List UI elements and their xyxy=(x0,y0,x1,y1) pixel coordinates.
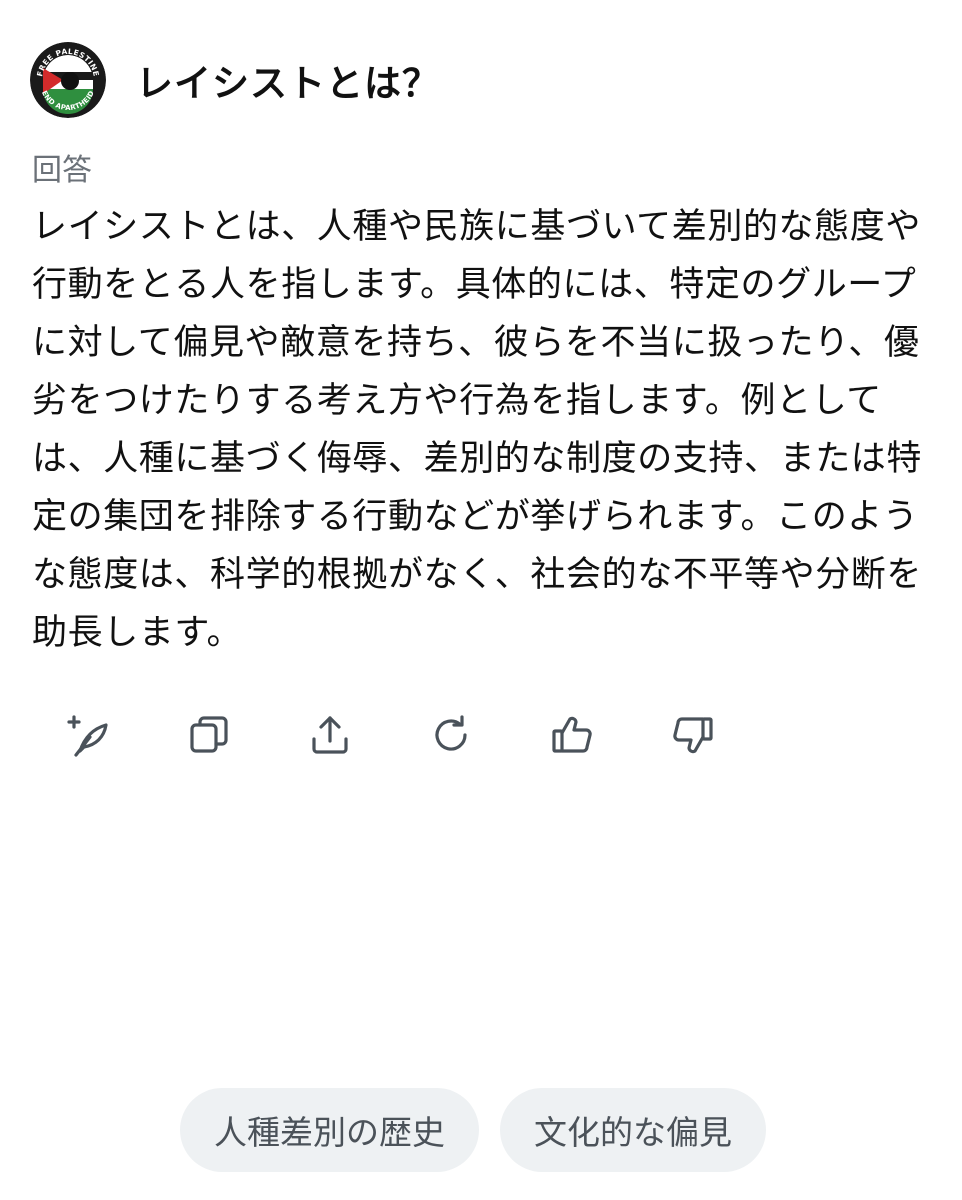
answer-label: 回答 xyxy=(32,153,92,188)
share-button[interactable] xyxy=(290,705,370,765)
regenerate-icon xyxy=(435,715,467,751)
avatar-badge-icon: FREE PALESTINE END APARTHEID xyxy=(30,42,106,118)
user-query: レイシストとは？ xyxy=(136,62,440,105)
answer-text: レイシストとは、人種や民族に基づいて差別的な態度や行動をとる人を指します。具体的… xyxy=(32,207,923,653)
suggestion-chip[interactable]: 文化的な偏見 xyxy=(500,1088,766,1172)
suggested-queries: 人種差別の歴史 文化的な偏見 xyxy=(180,1088,787,1172)
copy-icon xyxy=(190,716,228,753)
thumbs-up-icon xyxy=(552,716,592,753)
like-button[interactable] xyxy=(532,705,612,765)
answer-actions-bar xyxy=(48,705,774,765)
suggestion-chip[interactable]: 人種差別の歴史 xyxy=(180,1088,479,1172)
share-icon xyxy=(312,716,348,754)
copy-button[interactable] xyxy=(169,705,249,765)
compose-button[interactable] xyxy=(48,705,128,765)
regenerate-button[interactable] xyxy=(411,705,491,765)
avatar[interactable]: FREE PALESTINE END APARTHEID xyxy=(30,42,106,118)
thumbs-down-icon xyxy=(673,717,713,754)
question-header: FREE PALESTINE END APARTHEID レイシストとは？ xyxy=(30,40,440,120)
compose-sparkle-icon xyxy=(67,715,108,757)
dislike-button[interactable] xyxy=(653,705,733,765)
